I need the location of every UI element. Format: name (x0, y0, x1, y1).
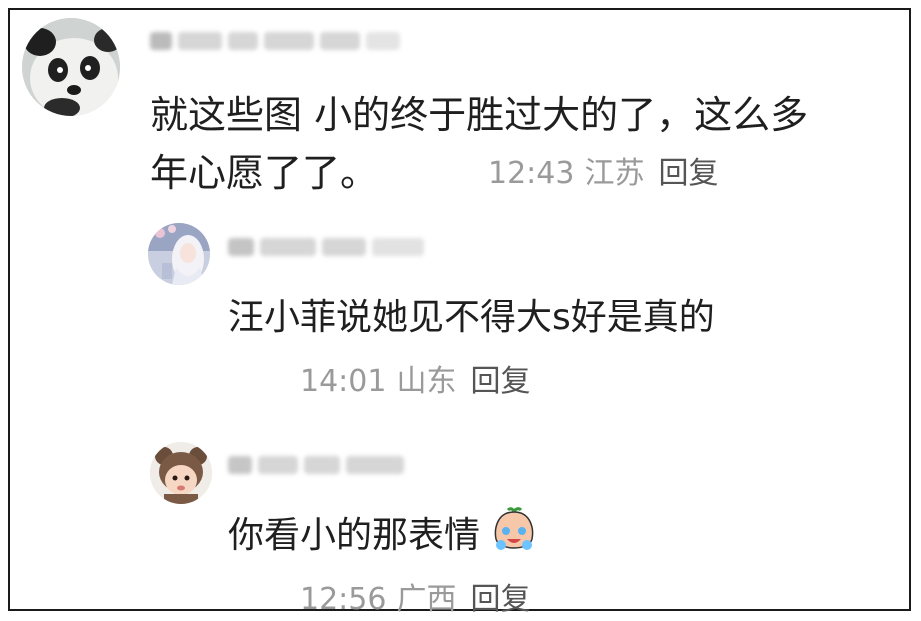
anime-girl-icon (148, 223, 210, 285)
crying-face-emoji-icon (491, 507, 537, 553)
reply-text: 汪小菲说她见不得大s好是真的 (228, 297, 715, 338)
reply-text-content: 你看小的那表情 (228, 515, 481, 556)
reply-region: 广西 (396, 582, 457, 617)
username-blurred[interactable] (228, 236, 424, 258)
reply-meta: 14:01 山东 回复 (300, 356, 530, 400)
reply-region: 山东 (396, 364, 457, 399)
baby-bear-icon (150, 442, 212, 504)
reply-meta: 12:56 广西 回复 (300, 574, 530, 618)
reply-comment-1: 汪小菲说她见不得大s好是真的 14:01 山东 回复 你看小的那表情 12:56… (0, 0, 921, 621)
baby-bear-hat-avatar[interactable] (150, 442, 212, 504)
reply-time: 12:56 (300, 582, 387, 617)
username-blurred[interactable] (228, 454, 404, 476)
anime-girl-avatar[interactable] (148, 223, 210, 285)
reply-text: 你看小的那表情 (228, 506, 537, 558)
reply-time: 14:01 (300, 364, 387, 399)
reply-button[interactable]: 回复 (470, 364, 530, 399)
reply-button[interactable]: 回复 (470, 582, 530, 617)
